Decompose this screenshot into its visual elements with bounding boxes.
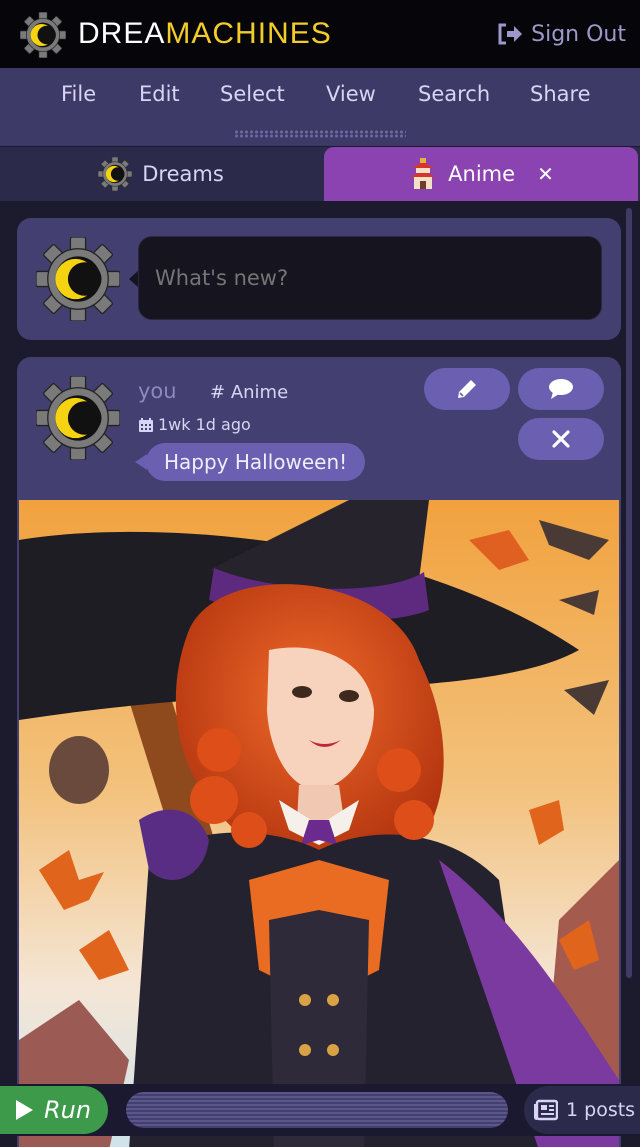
- brand-text-part1: DREA: [78, 17, 166, 50]
- brand-text-part2: MACHINES: [165, 17, 332, 50]
- menu-bar: File Edit Select View Search Share: [0, 68, 640, 123]
- post-avatar-icon: [36, 376, 120, 460]
- post-time: 1wk 1d ago: [138, 415, 251, 434]
- post-tag-label: Anime: [230, 382, 289, 403]
- bottom-bar: Run 1 posts: [0, 1084, 640, 1136]
- comment-button[interactable]: [518, 368, 604, 410]
- brand-logo[interactable]: DREAMACHINES: [78, 15, 332, 53]
- command-input[interactable]: [126, 1092, 508, 1128]
- post-time-text: 1wk 1d ago: [158, 415, 251, 434]
- tab-bar: Dreams Anime ✕: [0, 146, 640, 201]
- post-image[interactable]: [19, 500, 619, 1147]
- run-button[interactable]: Run: [0, 1086, 108, 1134]
- tab-anime-label: Anime: [448, 162, 516, 186]
- menu-edit[interactable]: Edit: [139, 82, 180, 106]
- menu-view[interactable]: View: [326, 82, 376, 106]
- calendar-icon: [139, 417, 153, 432]
- menu-search[interactable]: Search: [418, 82, 490, 106]
- hash-icon: #: [210, 382, 231, 403]
- menu-share[interactable]: Share: [530, 82, 591, 106]
- posts-count-label: 1 posts: [566, 1099, 636, 1121]
- menu-file[interactable]: File: [61, 82, 96, 106]
- feed-scrollbar[interactable]: [626, 208, 632, 978]
- tab-dreams[interactable]: Dreams: [0, 147, 322, 201]
- sign-out-button[interactable]: Sign Out: [497, 18, 626, 50]
- sign-out-label: Sign Out: [531, 21, 626, 47]
- comment-icon: [549, 379, 573, 399]
- moon-gear-icon: [98, 157, 132, 191]
- avatar-gear-icon: [36, 237, 120, 321]
- delete-button[interactable]: [518, 418, 604, 460]
- top-bar: DREAMACHINES Sign Out: [0, 0, 640, 68]
- sign-out-icon: [498, 23, 523, 45]
- post-message: Happy Halloween!: [146, 443, 366, 481]
- newspaper-icon: [534, 1099, 558, 1121]
- close-icon: [552, 430, 570, 448]
- tab-close-icon[interactable]: ✕: [537, 162, 554, 186]
- resize-row: [0, 122, 640, 146]
- post-card: you # Anime 1wk 1d ago Happy Halloween!: [17, 357, 621, 1147]
- resize-handle[interactable]: [234, 130, 406, 138]
- tab-anime[interactable]: Anime ✕: [324, 147, 638, 201]
- edit-button[interactable]: [424, 368, 510, 410]
- compose-input[interactable]: [138, 236, 602, 320]
- tab-dreams-label: Dreams: [142, 162, 224, 186]
- play-icon: [16, 1100, 33, 1120]
- menu-select[interactable]: Select: [220, 82, 285, 106]
- compose-card: [17, 218, 621, 340]
- run-label: Run: [44, 1096, 92, 1124]
- pagoda-icon: [410, 158, 437, 189]
- post-user[interactable]: you: [138, 379, 177, 403]
- posts-count[interactable]: 1 posts: [524, 1086, 640, 1134]
- logo-gear-icon: [20, 12, 66, 58]
- pencil-icon: [458, 380, 476, 398]
- post-tag[interactable]: # Anime: [210, 382, 288, 403]
